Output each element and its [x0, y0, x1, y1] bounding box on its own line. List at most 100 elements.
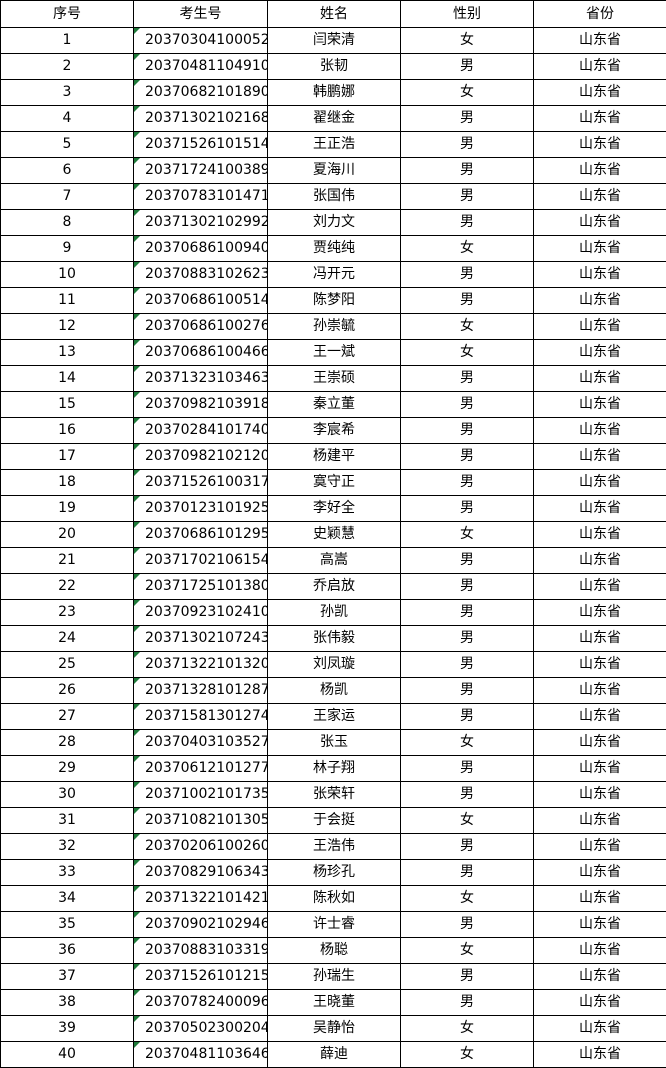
cell-gender[interactable]: 男 — [401, 782, 534, 808]
cell-name[interactable]: 孙崇毓 — [268, 314, 401, 340]
header-name[interactable]: 姓名 — [268, 1, 401, 28]
cell-exam-id[interactable]: 20370923102410 — [134, 600, 268, 626]
cell-gender[interactable]: 男 — [401, 652, 534, 678]
cell-seq[interactable]: 19 — [1, 496, 134, 522]
cell-seq[interactable]: 28 — [1, 730, 134, 756]
cell-exam-id[interactable]: 20371323103463 — [134, 366, 268, 392]
cell-province[interactable]: 山东省 — [534, 574, 666, 600]
cell-exam-id[interactable]: 20370686100276 — [134, 314, 268, 340]
cell-gender[interactable]: 男 — [401, 288, 534, 314]
cell-seq[interactable]: 36 — [1, 938, 134, 964]
cell-gender[interactable]: 男 — [401, 678, 534, 704]
cell-seq[interactable]: 9 — [1, 236, 134, 262]
cell-name[interactable]: 陈秋如 — [268, 886, 401, 912]
cell-exam-id[interactable]: 20371302102168 — [134, 106, 268, 132]
cell-province[interactable]: 山东省 — [534, 340, 666, 366]
cell-gender[interactable]: 女 — [401, 808, 534, 834]
header-province[interactable]: 省份 — [534, 1, 666, 28]
cell-exam-id[interactable]: 20370123101925 — [134, 496, 268, 522]
cell-gender[interactable]: 女 — [401, 886, 534, 912]
cell-name[interactable]: 夏海川 — [268, 158, 401, 184]
cell-seq[interactable]: 31 — [1, 808, 134, 834]
cell-seq[interactable]: 15 — [1, 392, 134, 418]
cell-gender[interactable]: 女 — [401, 236, 534, 262]
cell-name[interactable]: 杨聪 — [268, 938, 401, 964]
cell-gender[interactable]: 男 — [401, 496, 534, 522]
cell-name[interactable]: 闫荣清 — [268, 28, 401, 54]
cell-exam-id[interactable]: 20371082101305 — [134, 808, 268, 834]
cell-name[interactable]: 薛迪 — [268, 1042, 401, 1068]
cell-exam-id[interactable]: 20371526101514 — [134, 132, 268, 158]
cell-gender[interactable]: 男 — [401, 54, 534, 80]
cell-seq[interactable]: 25 — [1, 652, 134, 678]
cell-seq[interactable]: 20 — [1, 522, 134, 548]
cell-seq[interactable]: 6 — [1, 158, 134, 184]
cell-seq[interactable]: 2 — [1, 54, 134, 80]
cell-exam-id[interactable]: 20371526100317 — [134, 470, 268, 496]
cell-gender[interactable]: 男 — [401, 600, 534, 626]
cell-province[interactable]: 山东省 — [534, 860, 666, 886]
cell-seq[interactable]: 39 — [1, 1016, 134, 1042]
cell-seq[interactable]: 1 — [1, 28, 134, 54]
cell-province[interactable]: 山东省 — [534, 132, 666, 158]
cell-exam-id[interactable]: 20370982103918 — [134, 392, 268, 418]
cell-seq[interactable]: 7 — [1, 184, 134, 210]
cell-exam-id[interactable]: 20371328101287 — [134, 678, 268, 704]
cell-seq[interactable]: 27 — [1, 704, 134, 730]
cell-province[interactable]: 山东省 — [534, 704, 666, 730]
cell-seq[interactable]: 13 — [1, 340, 134, 366]
cell-exam-id[interactable]: 20371724100389 — [134, 158, 268, 184]
cell-province[interactable]: 山东省 — [534, 912, 666, 938]
cell-name[interactable]: 冯开元 — [268, 262, 401, 288]
cell-exam-id[interactable]: 20370902102946 — [134, 912, 268, 938]
cell-exam-id[interactable]: 20371725101380 — [134, 574, 268, 600]
cell-seq[interactable]: 3 — [1, 80, 134, 106]
cell-name[interactable]: 李好全 — [268, 496, 401, 522]
cell-gender[interactable]: 男 — [401, 574, 534, 600]
header-seq[interactable]: 序号 — [1, 1, 134, 28]
cell-gender[interactable]: 男 — [401, 860, 534, 886]
cell-name[interactable]: 张荣轩 — [268, 782, 401, 808]
cell-province[interactable]: 山东省 — [534, 886, 666, 912]
cell-seq[interactable]: 8 — [1, 210, 134, 236]
cell-gender[interactable]: 男 — [401, 834, 534, 860]
cell-seq[interactable]: 40 — [1, 1042, 134, 1068]
cell-gender[interactable]: 男 — [401, 184, 534, 210]
cell-name[interactable]: 陈梦阳 — [268, 288, 401, 314]
cell-gender[interactable]: 男 — [401, 990, 534, 1016]
cell-exam-id[interactable]: 20370304100052 — [134, 28, 268, 54]
cell-gender[interactable]: 男 — [401, 366, 534, 392]
cell-exam-id[interactable]: 20370686100940 — [134, 236, 268, 262]
cell-exam-id[interactable]: 20371526101215 — [134, 964, 268, 990]
cell-seq[interactable]: 33 — [1, 860, 134, 886]
cell-seq[interactable]: 5 — [1, 132, 134, 158]
cell-gender[interactable]: 男 — [401, 626, 534, 652]
cell-seq[interactable]: 38 — [1, 990, 134, 1016]
cell-seq[interactable]: 16 — [1, 418, 134, 444]
cell-seq[interactable]: 14 — [1, 366, 134, 392]
cell-exam-id[interactable]: 20371702106154 — [134, 548, 268, 574]
cell-province[interactable]: 山东省 — [534, 366, 666, 392]
cell-province[interactable]: 山东省 — [534, 678, 666, 704]
cell-province[interactable]: 山东省 — [534, 834, 666, 860]
cell-province[interactable]: 山东省 — [534, 314, 666, 340]
cell-exam-id[interactable]: 20370612101277 — [134, 756, 268, 782]
cell-name[interactable]: 林子翔 — [268, 756, 401, 782]
cell-gender[interactable]: 男 — [401, 704, 534, 730]
cell-seq[interactable]: 22 — [1, 574, 134, 600]
cell-gender[interactable]: 女 — [401, 938, 534, 964]
cell-seq[interactable]: 4 — [1, 106, 134, 132]
cell-name[interactable]: 王正浩 — [268, 132, 401, 158]
cell-province[interactable]: 山东省 — [534, 652, 666, 678]
cell-province[interactable]: 山东省 — [534, 1016, 666, 1042]
cell-name[interactable]: 秦立董 — [268, 392, 401, 418]
cell-name[interactable]: 韩鹏娜 — [268, 80, 401, 106]
cell-province[interactable]: 山东省 — [534, 262, 666, 288]
cell-province[interactable]: 山东省 — [534, 938, 666, 964]
cell-seq[interactable]: 37 — [1, 964, 134, 990]
cell-exam-id[interactable]: 20371302107243 — [134, 626, 268, 652]
cell-seq[interactable]: 34 — [1, 886, 134, 912]
cell-seq[interactable]: 26 — [1, 678, 134, 704]
cell-gender[interactable]: 女 — [401, 340, 534, 366]
cell-name[interactable]: 杨建平 — [268, 444, 401, 470]
